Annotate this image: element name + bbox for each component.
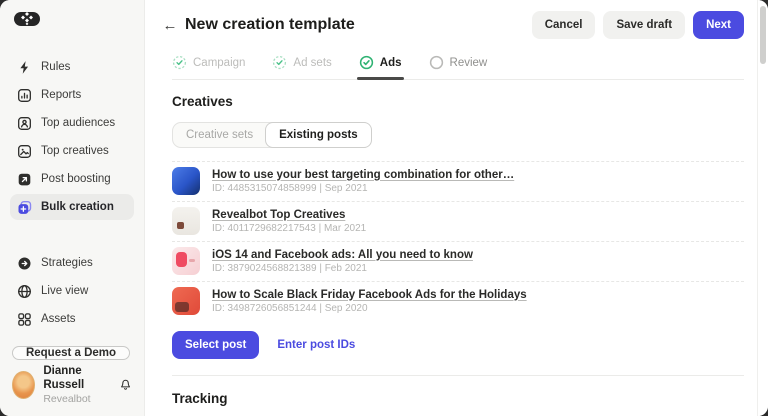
boost-arrow-icon <box>18 173 31 185</box>
segment-existing-posts[interactable]: Existing posts <box>265 122 372 148</box>
segment-creative-sets[interactable]: Creative sets <box>173 123 266 147</box>
sidebar-item-rules[interactable]: Rules <box>10 54 134 80</box>
tab-label: Ads <box>379 56 402 69</box>
tab-review[interactable]: Review <box>429 55 488 79</box>
report-icon <box>18 88 31 102</box>
cancel-button[interactable]: Cancel <box>531 11 596 39</box>
sidebar-item-label: Strategies <box>41 257 93 269</box>
post-title-link[interactable]: Revealbot Top Creatives <box>212 209 366 221</box>
tab-label: Review <box>449 56 488 69</box>
sidebar-item-bulk-creation[interactable]: Bulk creation <box>10 194 134 220</box>
header-actions: Cancel Save draft Next <box>531 11 744 39</box>
tab-label: Campaign <box>193 56 246 69</box>
creatives-segmented-control: Creative sets Existing posts <box>172 122 372 148</box>
page-title: New creation template <box>185 16 355 33</box>
sidebar-item-reports[interactable]: Reports <box>10 82 134 108</box>
tab-ads[interactable]: Ads <box>356 55 404 80</box>
sidebar-item-label: Assets <box>41 313 76 325</box>
user-org: Revealbot <box>43 392 91 405</box>
post-title-link[interactable]: How to Scale Black Friday Facebook Ads f… <box>212 289 527 301</box>
post-thumbnail <box>172 207 200 235</box>
sidebar-item-strategies[interactable]: Strategies <box>10 250 134 276</box>
sidebar: Rules Reports Top audiences Top creative… <box>0 0 145 416</box>
revealbot-logo-icon[interactable] <box>14 12 40 26</box>
post-meta: ID: 4011729682217543 | Mar 2021 <box>212 222 367 234</box>
sidebar-item-label: Rules <box>41 61 71 73</box>
post-actions: Select post Enter post IDs <box>172 331 744 359</box>
request-demo-button[interactable]: Request a Demo <box>12 346 130 360</box>
step-done-check-icon <box>273 55 287 70</box>
post-text: iOS 14 and Facebook ads: All you need to… <box>212 249 473 274</box>
tracking-section: Tracking Facebook Pixel <box>172 391 744 416</box>
post-meta: ID: 4485315074858999 | Sep 2021 <box>212 182 368 194</box>
post-thumbnail <box>172 247 200 275</box>
app-window: Rules Reports Top audiences Top creative… <box>0 0 768 416</box>
post-text: How to use your best targeting combinati… <box>212 169 514 194</box>
user-info: Dianne Russell Revealbot <box>43 364 111 406</box>
step-active-check-icon <box>359 55 373 70</box>
main-panel: ← New creation template Cancel Save draf… <box>145 0 768 416</box>
posts-list: How to use your best targeting combinati… <box>172 161 744 321</box>
sidebar-item-label: Top audiences <box>41 117 116 129</box>
enter-post-ids-link[interactable]: Enter post IDs <box>277 339 355 351</box>
post-title-link[interactable]: How to use your best targeting combinati… <box>212 169 514 181</box>
creatives-heading: Creatives <box>172 94 233 109</box>
user-name: Dianne Russell <box>43 365 85 392</box>
save-draft-button[interactable]: Save draft <box>603 11 686 39</box>
step-empty-circle-icon <box>429 55 443 70</box>
sidebar-item-assets[interactable]: Assets <box>10 306 134 332</box>
tracking-heading: Tracking <box>172 391 228 406</box>
sidebar-item-post-boosting[interactable]: Post boosting <box>10 166 134 192</box>
sidebar-item-label: Post boosting <box>41 173 111 185</box>
globe-icon <box>18 284 31 298</box>
tab-ad-sets[interactable]: Ad sets <box>272 55 332 79</box>
tab-campaign[interactable]: Campaign <box>172 55 245 79</box>
post-meta: ID: 3879024568821389 | Feb 2021 <box>212 262 367 274</box>
section-divider <box>172 375 744 376</box>
strategies-icon <box>18 257 31 269</box>
sidebar-item-label: Bulk creation <box>41 201 114 213</box>
page-header: ← New creation template Cancel Save draf… <box>145 0 768 50</box>
content-area: Creatives Creative sets Existing posts H… <box>145 80 768 416</box>
sidebar-item-top-audiences[interactable]: Top audiences <box>10 110 134 136</box>
sidebar-item-label: Reports <box>41 89 82 101</box>
image-icon <box>18 144 31 158</box>
scrollbar-thumb[interactable] <box>760 6 766 64</box>
post-row: How to Scale Black Friday Facebook Ads f… <box>172 281 744 321</box>
avatar <box>12 370 36 399</box>
post-text: Revealbot Top Creatives ID: 401172968221… <box>212 209 366 234</box>
post-row: How to use your best targeting combinati… <box>172 161 744 201</box>
step-done-check-icon <box>172 55 187 70</box>
post-text: How to Scale Black Friday Facebook Ads f… <box>212 289 527 314</box>
post-row: Revealbot Top Creatives ID: 401172968221… <box>172 201 744 241</box>
tab-label: Ad sets <box>293 56 332 69</box>
post-title-link[interactable]: iOS 14 and Facebook ads: All you need to… <box>212 249 473 261</box>
select-post-button[interactable]: Select post <box>172 331 260 359</box>
post-meta: ID: 3498726056851244 | Sep 2020 <box>212 302 368 314</box>
next-button[interactable]: Next <box>693 11 744 39</box>
sidebar-item-label: Live view <box>41 285 89 297</box>
notification-bell-icon[interactable] <box>119 377 132 393</box>
post-row: iOS 14 and Facebook ads: All you need to… <box>172 241 744 281</box>
audience-icon <box>18 116 31 130</box>
back-arrow-icon[interactable]: ← <box>157 17 183 34</box>
grid-icon <box>18 312 31 326</box>
lightning-icon <box>20 60 29 74</box>
sidebar-nav: Rules Reports Top audiences Top creative… <box>10 54 134 332</box>
post-thumbnail <box>172 287 200 315</box>
sidebar-item-top-creatives[interactable]: Top creatives <box>10 138 134 164</box>
sidebar-item-label: Top creatives <box>41 145 109 157</box>
post-thumbnail <box>172 167 200 195</box>
scrollbar-gutter <box>757 0 758 416</box>
sidebar-item-live-view[interactable]: Live view <box>10 278 134 304</box>
bulk-creation-icon <box>18 200 32 214</box>
user-profile[interactable]: Dianne Russell Revealbot <box>10 360 134 410</box>
step-tabs: Campaign Ad sets Ads Review <box>172 52 744 80</box>
